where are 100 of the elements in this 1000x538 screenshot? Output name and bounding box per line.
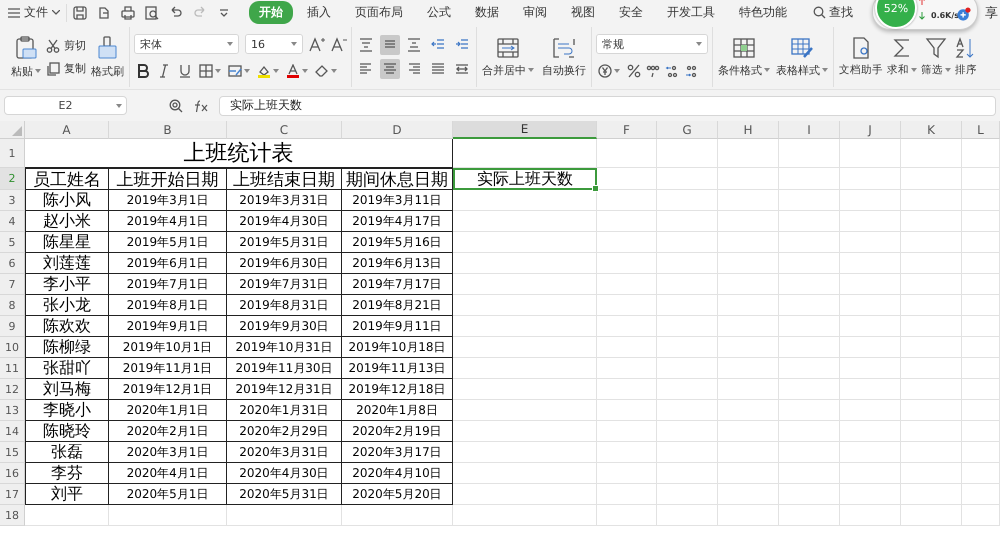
empty-cell[interactable] [597, 505, 657, 526]
empty-cell[interactable] [840, 295, 901, 316]
formula-field[interactable]: 实际上班天数 [219, 96, 996, 116]
empty-cell[interactable] [657, 295, 718, 316]
empty-cell[interactable] [840, 168, 901, 190]
borders-icon[interactable] [199, 64, 213, 78]
row-header[interactable]: 10 [0, 337, 25, 358]
empty-cell[interactable] [840, 190, 901, 211]
export-icon[interactable] [97, 6, 111, 20]
row-header[interactable]: 9 [0, 316, 25, 337]
font-size-field[interactable]: 16 [245, 34, 303, 54]
empty-cell[interactable] [779, 442, 840, 463]
eraser-icon[interactable] [315, 64, 329, 78]
row-header[interactable]: 1 [0, 139, 25, 168]
italic-icon[interactable] [157, 64, 171, 78]
column-header[interactable]: J [840, 121, 901, 139]
empty-cell[interactable] [901, 379, 962, 400]
merge-center-button[interactable]: 合并居中 [481, 34, 535, 80]
search-button[interactable]: 查找 [807, 3, 859, 22]
empty-cell[interactable] [718, 190, 779, 211]
empty-cell[interactable] [453, 463, 597, 484]
print-icon[interactable] [121, 6, 135, 20]
row-header[interactable]: 18 [0, 505, 25, 526]
filter-button[interactable]: 筛选 [920, 35, 952, 79]
column-header[interactable]: A [25, 121, 109, 139]
empty-cell[interactable] [597, 190, 657, 211]
conditional-format-button[interactable]: 条件格式 [717, 34, 771, 80]
empty-cell[interactable] [597, 484, 657, 505]
empty-cell[interactable] [657, 211, 718, 232]
empty-cell[interactable] [901, 421, 962, 442]
empty-cell[interactable] [962, 139, 1000, 168]
empty-cell[interactable] [840, 484, 901, 505]
empty-cell[interactable] [962, 400, 1000, 421]
empty-cell[interactable] [453, 139, 597, 168]
row-header[interactable]: 13 [0, 400, 25, 421]
empty-cell[interactable] [901, 442, 962, 463]
thousands-separator-icon[interactable] [646, 64, 660, 78]
column-header[interactable]: I [779, 121, 840, 139]
empty-cell[interactable] [453, 379, 597, 400]
empty-cell[interactable] [901, 484, 962, 505]
select-all-icon[interactable] [12, 126, 22, 136]
row-header[interactable]: 3 [0, 190, 25, 211]
empty-cell[interactable] [840, 337, 901, 358]
empty-cell[interactable] [453, 253, 597, 274]
empty-cell[interactable] [453, 316, 597, 337]
empty-cell[interactable] [453, 400, 597, 421]
empty-cell[interactable] [657, 463, 718, 484]
empty-cell[interactable] [901, 232, 962, 253]
empty-cell[interactable] [840, 358, 901, 379]
empty-cell[interactable] [901, 190, 962, 211]
empty-cell[interactable] [779, 358, 840, 379]
empty-cell[interactable] [779, 139, 840, 168]
empty-cell[interactable] [779, 274, 840, 295]
ribbon-tab[interactable]: 审阅 [513, 1, 557, 24]
empty-cell[interactable] [718, 400, 779, 421]
empty-cell[interactable] [657, 190, 718, 211]
increase-decimal-icon[interactable] [665, 64, 679, 78]
ribbon-tab[interactable]: 公式 [417, 1, 461, 24]
empty-cell[interactable] [840, 400, 901, 421]
ribbon-tab[interactable]: 特色功能 [729, 1, 797, 24]
row-header[interactable]: 16 [0, 463, 25, 484]
empty-cell[interactable] [657, 274, 718, 295]
name-box[interactable]: E2 [4, 96, 127, 115]
empty-cell[interactable] [779, 463, 840, 484]
empty-cell[interactable] [901, 211, 962, 232]
row-header[interactable]: 12 [0, 379, 25, 400]
empty-cell[interactable] [597, 274, 657, 295]
ribbon-tab[interactable]: 插入 [297, 1, 341, 24]
empty-cell[interactable] [718, 484, 779, 505]
empty-cell[interactable] [718, 295, 779, 316]
empty-cell[interactable] [657, 505, 718, 526]
empty-cell[interactable] [901, 274, 962, 295]
empty-cell[interactable] [597, 400, 657, 421]
column-header[interactable]: B [109, 121, 227, 139]
empty-cell[interactable] [453, 211, 597, 232]
empty-cell[interactable] [718, 337, 779, 358]
empty-cell[interactable] [901, 505, 962, 526]
empty-cell[interactable] [840, 139, 901, 168]
zoom-icon[interactable] [169, 98, 183, 112]
empty-cell[interactable] [718, 211, 779, 232]
cell-format-icon[interactable] [228, 64, 242, 78]
empty-cell[interactable] [597, 253, 657, 274]
empty-cell[interactable] [779, 295, 840, 316]
empty-cell[interactable] [718, 463, 779, 484]
ribbon-tab-partial[interactable]: 享 [985, 4, 998, 22]
empty-cell[interactable] [718, 253, 779, 274]
column-header[interactable]: D [342, 121, 453, 139]
empty-cell[interactable] [901, 463, 962, 484]
empty-cell[interactable] [779, 190, 840, 211]
empty-cell[interactable] [657, 379, 718, 400]
empty-cell[interactable] [597, 168, 657, 190]
empty-cell[interactable] [901, 295, 962, 316]
fill-color-icon[interactable] [257, 64, 271, 78]
empty-cell[interactable] [901, 358, 962, 379]
empty-cell[interactable] [597, 358, 657, 379]
empty-cell[interactable] [840, 505, 901, 526]
bold-icon[interactable] [136, 64, 150, 78]
empty-cell[interactable] [227, 505, 342, 526]
menu-icon[interactable] [8, 8, 20, 18]
empty-cell[interactable] [779, 484, 840, 505]
